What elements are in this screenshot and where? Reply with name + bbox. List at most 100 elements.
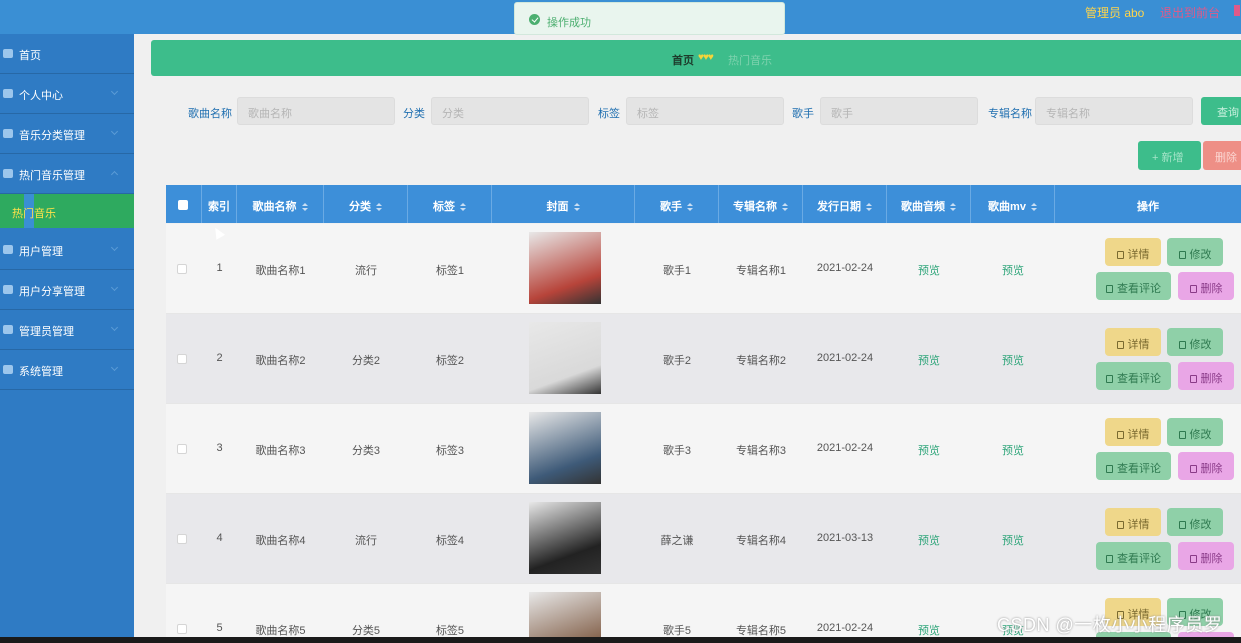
sort-icon[interactable] — [866, 203, 872, 211]
detail-button[interactable]: 详情 — [1105, 328, 1161, 356]
col-audio[interactable]: 歌曲音频 — [887, 185, 971, 223]
detail-button[interactable]: 详情 — [1105, 508, 1161, 536]
sidebar-item-label: 首页 — [19, 50, 41, 62]
audio-preview-link[interactable]: 预览 — [918, 625, 940, 637]
cell-text: 歌曲名称4 — [255, 535, 306, 547]
sort-icon[interactable] — [460, 203, 466, 211]
sidebar-item-home[interactable]: 首页 — [0, 34, 134, 74]
sidebar-item-admin-mgmt[interactable]: 管理员管理 — [0, 310, 134, 350]
sidebar-item-category-mgmt[interactable]: 音乐分类管理 — [0, 114, 134, 154]
detail-button[interactable]: 详情 — [1105, 238, 1161, 266]
row-checkbox[interactable] — [177, 534, 187, 544]
mv-preview-link[interactable]: 预览 — [1002, 355, 1024, 367]
sidebar-item-system-mgmt[interactable]: 系统管理 — [0, 350, 134, 390]
sort-icon[interactable] — [950, 203, 956, 211]
cell-audio: 预览 — [887, 494, 971, 584]
cover-image — [529, 502, 601, 574]
col-singer[interactable]: 歌手 — [635, 185, 719, 223]
view-comments-button[interactable]: 查看评论 — [1096, 542, 1171, 570]
edit-button[interactable]: 修改 — [1167, 418, 1223, 446]
edit-icon — [1178, 341, 1186, 349]
exit-to-frontend-link[interactable]: 退出到前台 — [1160, 4, 1220, 21]
cell-album: 专辑名称5 — [719, 584, 803, 643]
audio-preview-link[interactable]: 预览 — [918, 355, 940, 367]
sort-icon[interactable] — [782, 203, 788, 211]
comment-icon — [1106, 555, 1113, 563]
cell-text: 标签1 — [435, 265, 465, 277]
col-album[interactable]: 专辑名称 — [719, 185, 803, 223]
audio-preview-link[interactable]: 预览 — [918, 265, 940, 277]
delete-button[interactable]: 删除 — [1178, 272, 1234, 300]
sort-icon[interactable] — [1030, 203, 1037, 211]
album-name-input[interactable]: 专辑名称 — [1035, 97, 1193, 125]
cell-tag: 标签3 — [408, 404, 492, 494]
cell-index: 3 — [202, 404, 237, 494]
detail-button[interactable]: 详情 — [1105, 418, 1161, 446]
chevron-down-icon — [110, 323, 119, 332]
mv-preview-link[interactable]: 预览 — [1002, 445, 1024, 457]
cell-singer: 歌手5 — [635, 584, 719, 643]
view-comments-button[interactable]: 查看评论 — [1096, 362, 1171, 390]
cell-text: 歌曲名称2 — [255, 355, 306, 367]
sidebar-item-user-mgmt[interactable]: 用户管理 — [0, 230, 134, 270]
col-song-name[interactable]: 歌曲名称 — [237, 185, 324, 223]
row-checkbox[interactable] — [177, 354, 187, 364]
table-row: 2 歌曲名称2 分类2 标签2 歌手2 专辑名称2 2021-02-24 预览 预览 详情 修改 查看… — [166, 314, 1241, 404]
audio-preview-link[interactable]: 预览 — [918, 445, 940, 457]
cover-image — [529, 232, 601, 304]
comment-icon — [1106, 285, 1113, 293]
edit-button[interactable]: 修改 — [1167, 328, 1223, 356]
toast-message: 操作成功 — [547, 17, 591, 29]
view-comments-button[interactable]: 查看评论 — [1096, 272, 1171, 300]
col-tag[interactable]: 标签 — [408, 185, 492, 223]
row-checkbox[interactable] — [177, 264, 187, 274]
sort-icon[interactable] — [687, 203, 693, 211]
delete-button[interactable]: 删除 — [1178, 542, 1234, 570]
select-all-checkbox[interactable] — [178, 200, 188, 210]
delete-button[interactable]: 删除 — [1178, 362, 1234, 390]
category-input[interactable]: 分类 — [431, 97, 589, 125]
audio-preview-link[interactable]: 预览 — [918, 535, 940, 547]
sidebar-item-label: 管理员管理 — [19, 326, 74, 338]
row-checkbox[interactable] — [177, 444, 187, 454]
song-name-label: 歌曲名称 — [188, 108, 232, 120]
cell-index: 2 — [202, 314, 237, 404]
edit-button[interactable]: 修改 — [1167, 508, 1223, 536]
sidebar-item-share-mgmt[interactable]: 用户分享管理 — [0, 270, 134, 310]
cell-singer: 歌手2 — [635, 314, 719, 404]
singer-input[interactable]: 歌手 — [820, 97, 978, 125]
col-cover[interactable]: 封面 — [492, 185, 635, 223]
mv-preview-link[interactable]: 预览 — [1002, 265, 1024, 277]
add-button[interactable]: + 新增 — [1138, 141, 1201, 170]
cell-audio: 预览 — [887, 404, 971, 494]
sidebar-subitem-hot-music[interactable]: 热门音乐 — [0, 194, 134, 228]
exit-icon[interactable] — [1234, 5, 1240, 16]
sidebar-item-personal-center[interactable]: 个人中心 — [0, 74, 134, 114]
breadcrumb-home[interactable]: 首页 — [672, 52, 694, 68]
cell-name: 歌曲名称5 — [237, 584, 324, 643]
row-checkbox[interactable] — [177, 624, 187, 634]
view-comments-button[interactable]: 查看评论 — [1096, 452, 1171, 480]
cell-text: 1 — [216, 262, 223, 274]
sort-icon[interactable] — [573, 203, 580, 211]
query-button[interactable]: 查询 — [1201, 97, 1241, 125]
col-category[interactable]: 分类 — [324, 185, 408, 223]
col-release-date[interactable]: 发行日期 — [803, 185, 887, 223]
sidebar-item-hot-music-mgmt[interactable]: 热门音乐管理 — [0, 154, 134, 194]
batch-delete-button[interactable]: 删除 — [1203, 141, 1241, 170]
cell-text: 专辑名称4 — [735, 535, 787, 547]
cell-text: 标签5 — [435, 625, 465, 637]
sort-icon[interactable] — [376, 203, 382, 211]
sidebar-item-label: 系统管理 — [19, 366, 63, 378]
cell-text: 歌手3 — [662, 445, 692, 457]
edit-button[interactable]: 修改 — [1167, 238, 1223, 266]
col-mv[interactable]: 歌曲mv — [971, 185, 1055, 223]
delete-button[interactable]: 删除 — [1178, 452, 1234, 480]
sort-icon[interactable] — [301, 203, 308, 211]
cell-index: 5 — [202, 584, 237, 643]
cell-audio: 预览 — [887, 584, 971, 643]
tag-input[interactable]: 标签 — [626, 97, 784, 125]
song-name-input[interactable]: 歌曲名称 — [237, 97, 395, 125]
cell-audio: 预览 — [887, 314, 971, 404]
mv-preview-link[interactable]: 预览 — [1002, 535, 1024, 547]
